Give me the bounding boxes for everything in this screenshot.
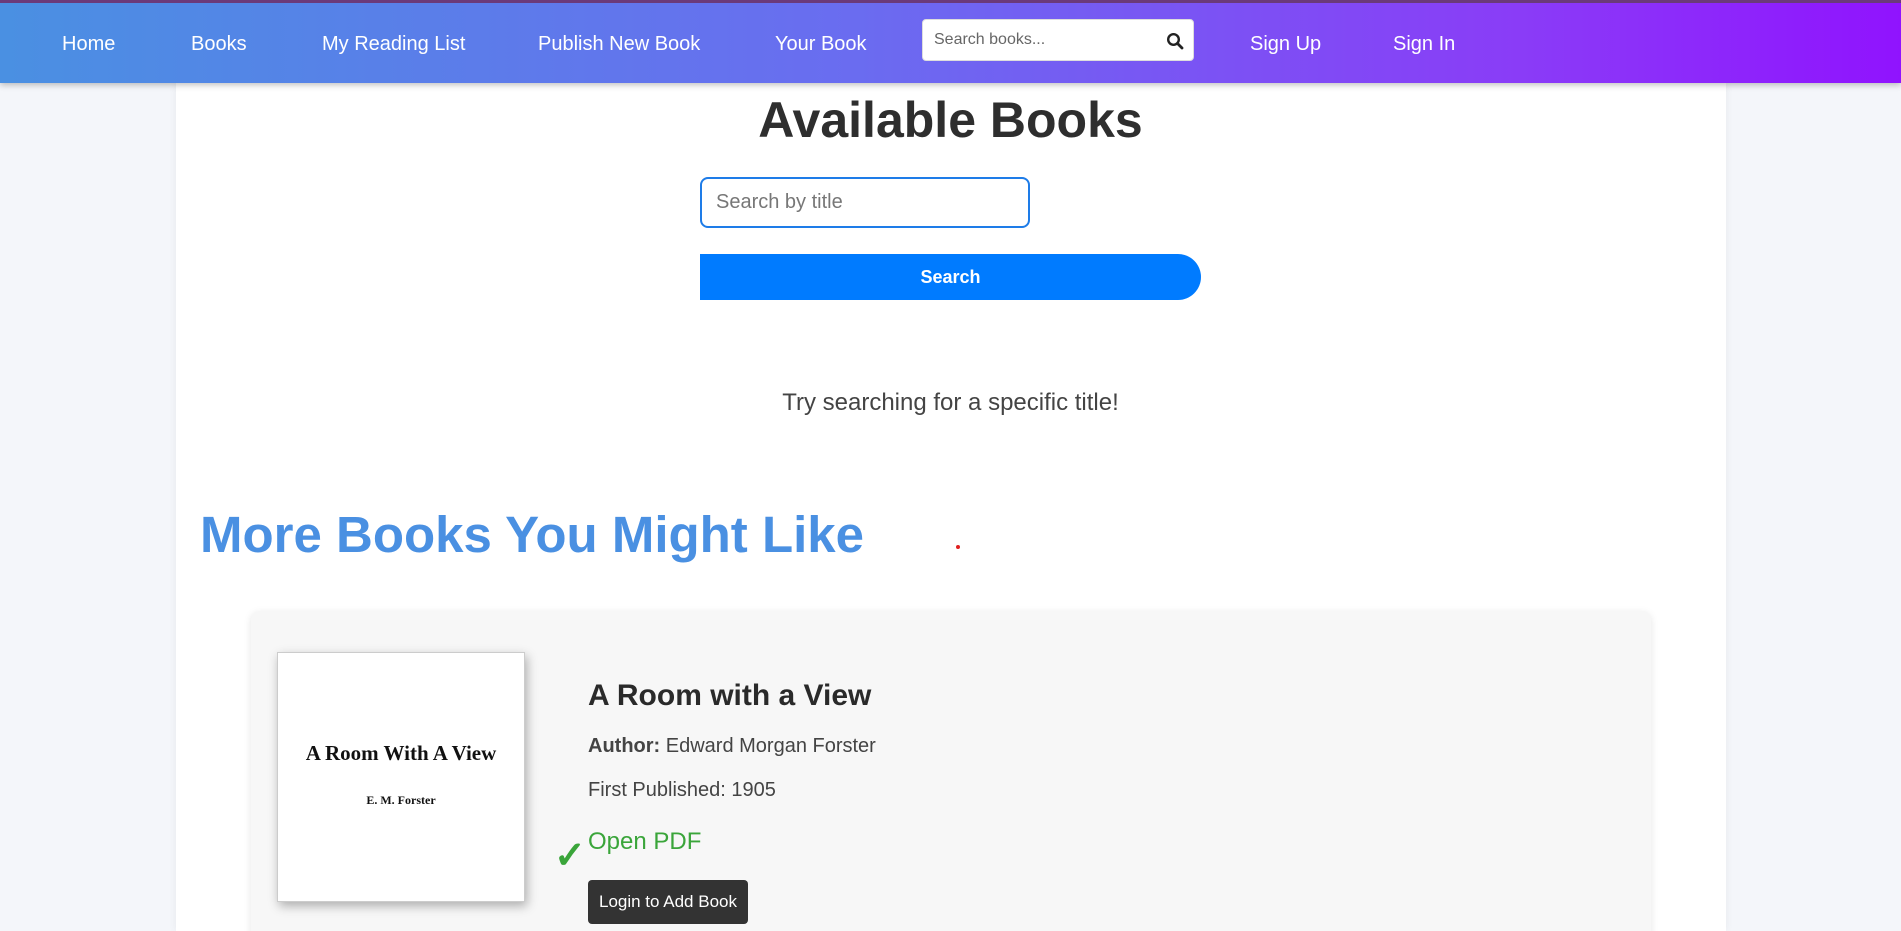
nav-books[interactable]: Books (191, 33, 247, 56)
author-name: Edward Morgan Forster (665, 735, 876, 757)
cover-title: A Room With A View (305, 741, 497, 765)
page-title: Available Books (758, 92, 1143, 148)
cover-author: E. M. Forster (366, 793, 436, 807)
search-button[interactable]: Search (700, 254, 1201, 300)
nav-home[interactable]: Home (62, 33, 115, 56)
book-title: A Room with a View (588, 679, 872, 712)
author-label: Author: (588, 735, 661, 757)
cursor-dot (956, 545, 960, 549)
login-to-add-book-button[interactable]: Login to Add Book (588, 880, 748, 924)
nav-publish-new-book[interactable]: Publish New Book (538, 33, 700, 56)
nav-search-input[interactable] (923, 20, 1153, 60)
book-first-published: First Published: 1905 (588, 779, 776, 801)
search-hint: Try searching for a specific title! (782, 389, 1119, 416)
open-pdf-link[interactable]: Open PDF (588, 828, 701, 856)
search-icon[interactable] (1166, 32, 1184, 50)
navbar: Home Books My Reading List Publish New B… (0, 0, 1901, 83)
nav-my-reading-list[interactable]: My Reading List (322, 33, 465, 56)
nav-sign-in[interactable]: Sign In (1393, 33, 1455, 56)
book-cover: A Room With A View E. M. Forster (277, 652, 525, 902)
check-icon: ✓ (554, 835, 586, 877)
book-author: Author: Edward Morgan Forster (588, 735, 876, 758)
nav-search-box (922, 19, 1194, 61)
section-title: More Books You Might Like (200, 506, 864, 563)
nav-sign-up[interactable]: Sign Up (1250, 33, 1321, 56)
title-search-input[interactable] (700, 177, 1030, 228)
nav-your-book[interactable]: Your Book (775, 33, 867, 56)
